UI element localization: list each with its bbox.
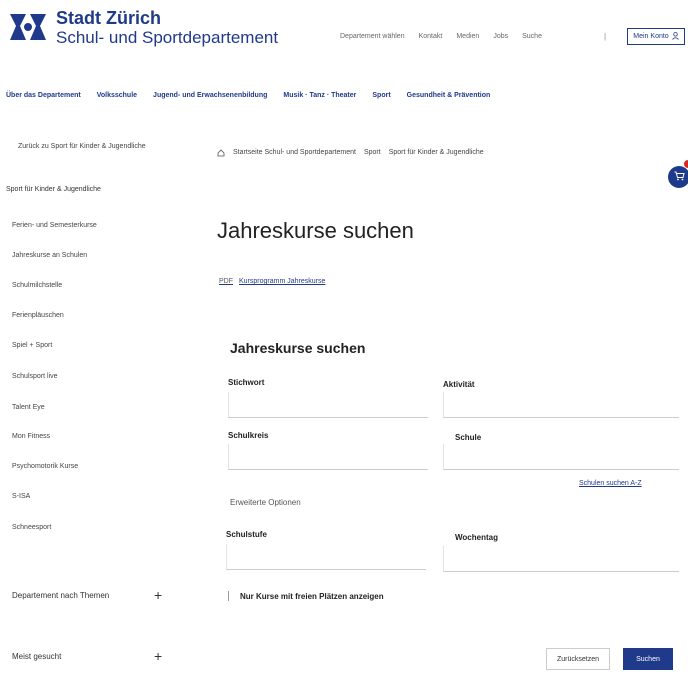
service-link-medien[interactable]: Medien [456,33,479,40]
user-icon [671,31,679,42]
cart-icon [674,171,685,184]
nav-gesundheit-praevention[interactable]: Gesundheit & Prävention [407,92,491,99]
form-title: Jahreskurse suchen [230,340,366,356]
stichwort-label: Stichwort [228,378,265,387]
zurich-logo-icon[interactable] [8,10,48,44]
sidebar-item-jahreskurse[interactable]: Jahreskurse an Schulen [12,252,87,259]
aktivitaet-select[interactable] [443,392,679,418]
sidebar-item-spiel-sport[interactable]: Spiel + Sport [12,342,52,349]
account-label: Mein Konto [633,33,669,40]
sidebar-item-schulsport-live[interactable]: Schulsport live [12,373,58,380]
schule-select[interactable] [443,444,679,470]
service-nav: Departement wählen Kontakt Medien Jobs S… [340,33,542,40]
breadcrumb-item-sport[interactable]: Sport [364,149,381,159]
sidebar-item-psychomotorik[interactable]: Psychomotorik Kurse [12,463,78,470]
sidebar-item-talent-eye[interactable]: Talent Eye [12,404,45,411]
site-header: Stadt Zürich Schul- und Sportdepartement… [0,0,688,70]
freie-plaetze-checkbox[interactable] [228,591,234,601]
reset-button[interactable]: Zurücksetzen [546,648,610,670]
schule-label: Schule [455,433,482,442]
nav-ueber-departement[interactable]: Über das Departement [6,92,81,99]
plus-icon: + [154,587,163,603]
nav-musik-tanz-theater[interactable]: Musik · Tanz · Theater [283,92,356,99]
schulstufe-label: Schulstufe [226,530,267,539]
cart-button[interactable] [668,166,688,188]
plus-icon: + [154,648,163,664]
service-link-jobs[interactable]: Jobs [493,33,508,40]
sidebar-title[interactable]: Sport für Kinder & Jugendliche [6,186,166,193]
aktivitaet-label: Aktivität [443,380,475,389]
sidebar-item-s-isa[interactable]: S-ISA [12,493,30,500]
sidebar-item-schneesport[interactable]: Schneesport [12,524,51,531]
breadcrumb-item-start[interactable]: Startseite Schul- und Sportdepartement [233,149,356,159]
sidebar-item-ferienplaeuschen[interactable]: Ferienpläuschen [12,312,64,319]
page-title: Jahreskurse suchen [217,218,414,243]
stichwort-input[interactable] [228,392,428,418]
search-button[interactable]: Suchen [623,648,673,670]
accordion-label: Meist gesucht [12,652,62,661]
brand-subtitle[interactable]: Schul- und Sportdepartement [56,28,278,48]
header-separator: | [604,32,607,41]
schulkreis-select[interactable] [228,444,428,470]
back-link[interactable]: Zurück zu Sport für Kinder & Jugendliche [18,143,146,150]
brand-title[interactable]: Stadt Zürich [56,8,161,29]
service-link-departement[interactable]: Departement wählen [340,33,405,40]
breadcrumb: Startseite Schul- und Sportdepartement S… [217,149,484,159]
main-nav: Über das Departement Volksschule Jugend-… [6,92,506,99]
nav-volksschule[interactable]: Volksschule [97,92,137,99]
breadcrumb-item-current: Sport für Kinder & Jugendliche [388,149,484,156]
wochentag-label: Wochentag [455,533,498,542]
wochentag-select[interactable] [443,546,679,572]
home-icon[interactable] [217,149,225,159]
kursprogramm-label: Kursprogramm Jahreskurse [239,278,326,285]
kursprogramm-link[interactable]: PDF Kursprogramm Jahreskurse [219,278,325,285]
freie-plaetze-checkbox-row[interactable]: Nur Kurse mit freien Plätzen anzeigen [228,591,384,601]
freie-plaetze-label: Nur Kurse mit freien Plätzen anzeigen [240,591,384,601]
service-link-kontakt[interactable]: Kontakt [419,33,443,40]
sidebar-item-ferienkurse[interactable]: Ferien- und Semesterkurse [12,222,97,229]
sidebar-item-schulmilchstelle[interactable]: Schulmilchstelle [12,282,62,289]
sidebar: Sport für Kinder & Jugendliche [6,186,166,193]
accordion-meist-gesucht[interactable]: Meist gesucht + [12,648,162,664]
extended-options-toggle[interactable]: Erweiterte Optionen [230,498,301,507]
account-button[interactable]: Mein Konto [627,28,685,45]
nav-sport[interactable]: Sport [372,92,390,99]
accordion-label: Departement nach Themen [12,591,110,600]
service-link-suche[interactable]: Suche [522,33,542,40]
sidebar-item-mon-fitness[interactable]: Mon Fitness [12,433,50,440]
schulstufe-select[interactable] [226,544,426,570]
schulen-az-link[interactable]: Schulen suchen A-Z [579,480,642,487]
schulkreis-label: Schulkreis [228,431,269,440]
pdf-icon: PDF [219,278,233,285]
nav-jugend-erwachsenenbildung[interactable]: Jugend- und Erwachsenenbildung [153,92,267,99]
accordion-departement-themen[interactable]: Departement nach Themen + [12,587,162,603]
